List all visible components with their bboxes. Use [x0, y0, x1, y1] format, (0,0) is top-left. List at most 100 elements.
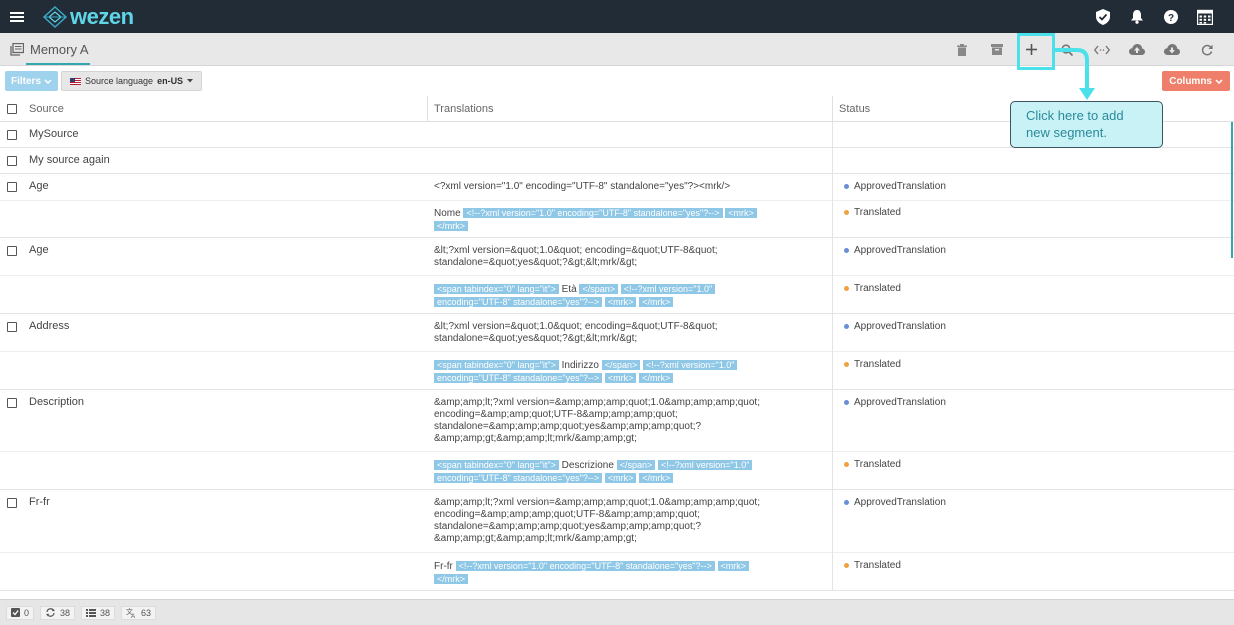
inline-tag[interactable]: </mrk> [434, 574, 469, 584]
inline-tag[interactable]: <mrk> [725, 208, 757, 218]
column-divider [832, 390, 833, 490]
translation-cell[interactable]: &amp;amp;lt;?xml version=&amp;amp;amp;qu… [434, 397, 804, 445]
selected-count-value: 0 [24, 607, 30, 618]
status-dot [844, 248, 849, 253]
tab-label: Memory A [30, 42, 89, 57]
sync-count: 38 [40, 605, 76, 620]
translation-cell[interactable]: Nome <!--?xml version="1.0" encoding="UT… [434, 207, 804, 233]
row-checkbox[interactable] [7, 156, 17, 166]
logo[interactable]: wezen [42, 4, 134, 30]
sub-divider [0, 552, 1234, 553]
inline-tag[interactable]: <!--?xml version="1.0" encoding="UTF-8" … [455, 561, 715, 571]
inline-tag[interactable]: <mrk> [604, 373, 637, 383]
translation-text: standalone=&amp;amp;amp;quot;yes&amp;amp… [434, 521, 702, 532]
translation-cell[interactable]: Fr-fr <!--?xml version="1.0" encoding="U… [434, 560, 804, 586]
table-row[interactable]: Age <?xml version="1.0" encoding="UTF-8"… [0, 174, 1234, 238]
inline-tag[interactable]: <mrk> [604, 297, 637, 307]
status-cell: ApprovedTranslation [844, 245, 946, 256]
translation-text: Descrizione [561, 460, 614, 471]
column-header-status[interactable]: Status [839, 103, 870, 115]
translation-cell[interactable]: &amp;amp;lt;?xml version=&amp;amp;amp;qu… [434, 497, 804, 545]
column-divider [832, 96, 833, 122]
download-button[interactable] [1154, 33, 1189, 66]
source-language-dropdown[interactable]: Source language en-US [61, 71, 203, 91]
menu-button[interactable] [0, 0, 34, 33]
inline-tag[interactable]: </mrk> [639, 373, 674, 383]
translation-text: standalone=&quot;yes&quot;?&gt;&lt;mrk/&… [434, 333, 638, 344]
inline-tag[interactable]: </span> [616, 460, 656, 470]
inline-tag[interactable]: </mrk> [434, 221, 469, 231]
status-cell: ApprovedTranslation [844, 397, 946, 408]
filters-button[interactable]: Filters [5, 71, 59, 91]
code-icon [1093, 45, 1110, 54]
select-all-checkbox[interactable] [7, 104, 17, 114]
row-checkbox[interactable] [7, 182, 17, 192]
calendar-button[interactable] [1188, 0, 1222, 33]
archive-button[interactable] [979, 33, 1014, 66]
notifications-button[interactable] [1120, 0, 1154, 33]
inline-tag[interactable]: <!--?xml version="1.0" [658, 460, 753, 470]
row-checkbox[interactable] [7, 246, 17, 256]
status-dot [844, 500, 849, 505]
column-divider [832, 314, 833, 390]
inline-tag[interactable]: encoding="UTF-8" standalone="yes"?--> [434, 373, 603, 383]
column-divider [832, 238, 833, 314]
table-row[interactable]: Address &lt;?xml version=&quot;1.0&quot;… [0, 314, 1234, 390]
translate-count: 文A 63 [121, 605, 157, 620]
translation-text: standalone=&amp;amp;amp;quot;yes&amp;amp… [434, 421, 702, 432]
table-row[interactable]: Description &amp;amp;lt;?xml version=&am… [0, 390, 1234, 490]
tab-memory[interactable]: Memory A [10, 33, 93, 66]
row-checkbox[interactable] [7, 498, 17, 508]
inline-tag[interactable]: <!--?xml version="1.0" [643, 360, 738, 370]
row-checkbox[interactable] [7, 322, 17, 332]
upload-button[interactable] [1119, 33, 1154, 66]
inline-tag[interactable]: <mrk> [717, 561, 750, 571]
status-label: ApprovedTranslation [854, 245, 946, 256]
translation-cell[interactable]: <span tabindex="0" lang="it"> Descrizion… [434, 459, 804, 485]
help-button[interactable]: ? [1154, 0, 1188, 33]
inline-tag[interactable]: <mrk> [604, 473, 637, 483]
scrollbar[interactable] [1231, 122, 1233, 258]
inline-tag[interactable]: </mrk> [639, 297, 674, 307]
inline-tag[interactable]: </mrk> [639, 473, 674, 483]
column-header-translations[interactable]: Translations [434, 103, 494, 115]
inline-tag[interactable]: <span tabindex="0" lang="it"> [434, 460, 559, 470]
inline-tag[interactable]: encoding="UTF-8" standalone="yes"?--> [434, 473, 603, 483]
translation-text: encoding=&amp;amp;quot;UTF-8&amp;amp;amp… [434, 409, 678, 420]
inline-tag[interactable]: <!--?xml version="1.0" [620, 284, 716, 294]
table-row[interactable]: My source again [0, 148, 1234, 174]
row-checkbox[interactable] [7, 398, 17, 408]
translation-cell[interactable]: <span tabindex="0" lang="it"> Età </span… [434, 283, 804, 309]
status-bar: 0 38 38 文A 63 [0, 599, 1234, 625]
refresh-button[interactable] [1189, 33, 1224, 66]
status-dot [844, 462, 849, 467]
inline-tag[interactable]: <span tabindex="0" lang="it"> [434, 360, 559, 370]
table-row[interactable]: Age &lt;?xml version=&quot;1.0&quot; enc… [0, 238, 1234, 314]
translation-cell[interactable]: <?xml version="1.0" encoding="UTF-8" sta… [434, 181, 804, 193]
inline-tag[interactable]: <!--?xml version="1.0" encoding="UTF-8" … [463, 208, 723, 218]
table-row[interactable]: Fr-fr &amp;amp;lt;?xml version=&amp;amp;… [0, 490, 1234, 591]
row-checkbox[interactable] [7, 130, 17, 140]
inline-tag[interactable]: </span> [579, 284, 618, 294]
shield-button[interactable] [1086, 0, 1120, 33]
sync-count-value: 38 [60, 607, 71, 618]
translation-cell[interactable]: &lt;?xml version=&quot;1.0&quot; encodin… [434, 245, 804, 269]
status-cell: ApprovedTranslation [844, 321, 946, 332]
sub-divider [0, 451, 1234, 452]
app-bar: wezen ? [0, 0, 1234, 33]
source-cell: My source again [29, 154, 110, 166]
translation-cell[interactable]: <span tabindex="0" lang="it"> Indirizzo … [434, 359, 804, 385]
status-label: Translated [854, 359, 901, 370]
inline-tag[interactable]: </span> [601, 360, 641, 370]
translation-text: &amp;amp;gt;&amp;amp;lt;mrk/&amp;amp;gt; [434, 533, 637, 544]
list-count: 38 [81, 605, 116, 620]
translation-cell[interactable]: &lt;?xml version=&quot;1.0&quot; encodin… [434, 321, 804, 345]
source-language-value: en-US [157, 76, 184, 86]
inline-tag[interactable]: <span tabindex="0" lang="it"> [434, 284, 559, 294]
column-header-source[interactable]: Source [29, 103, 64, 115]
columns-button[interactable]: Columns [1162, 71, 1230, 91]
delete-button[interactable] [944, 33, 979, 66]
status-label: ApprovedTranslation [854, 321, 946, 332]
inline-tag[interactable]: encoding="UTF-8" standalone="yes"?--> [434, 297, 603, 307]
status-dot [844, 563, 849, 568]
